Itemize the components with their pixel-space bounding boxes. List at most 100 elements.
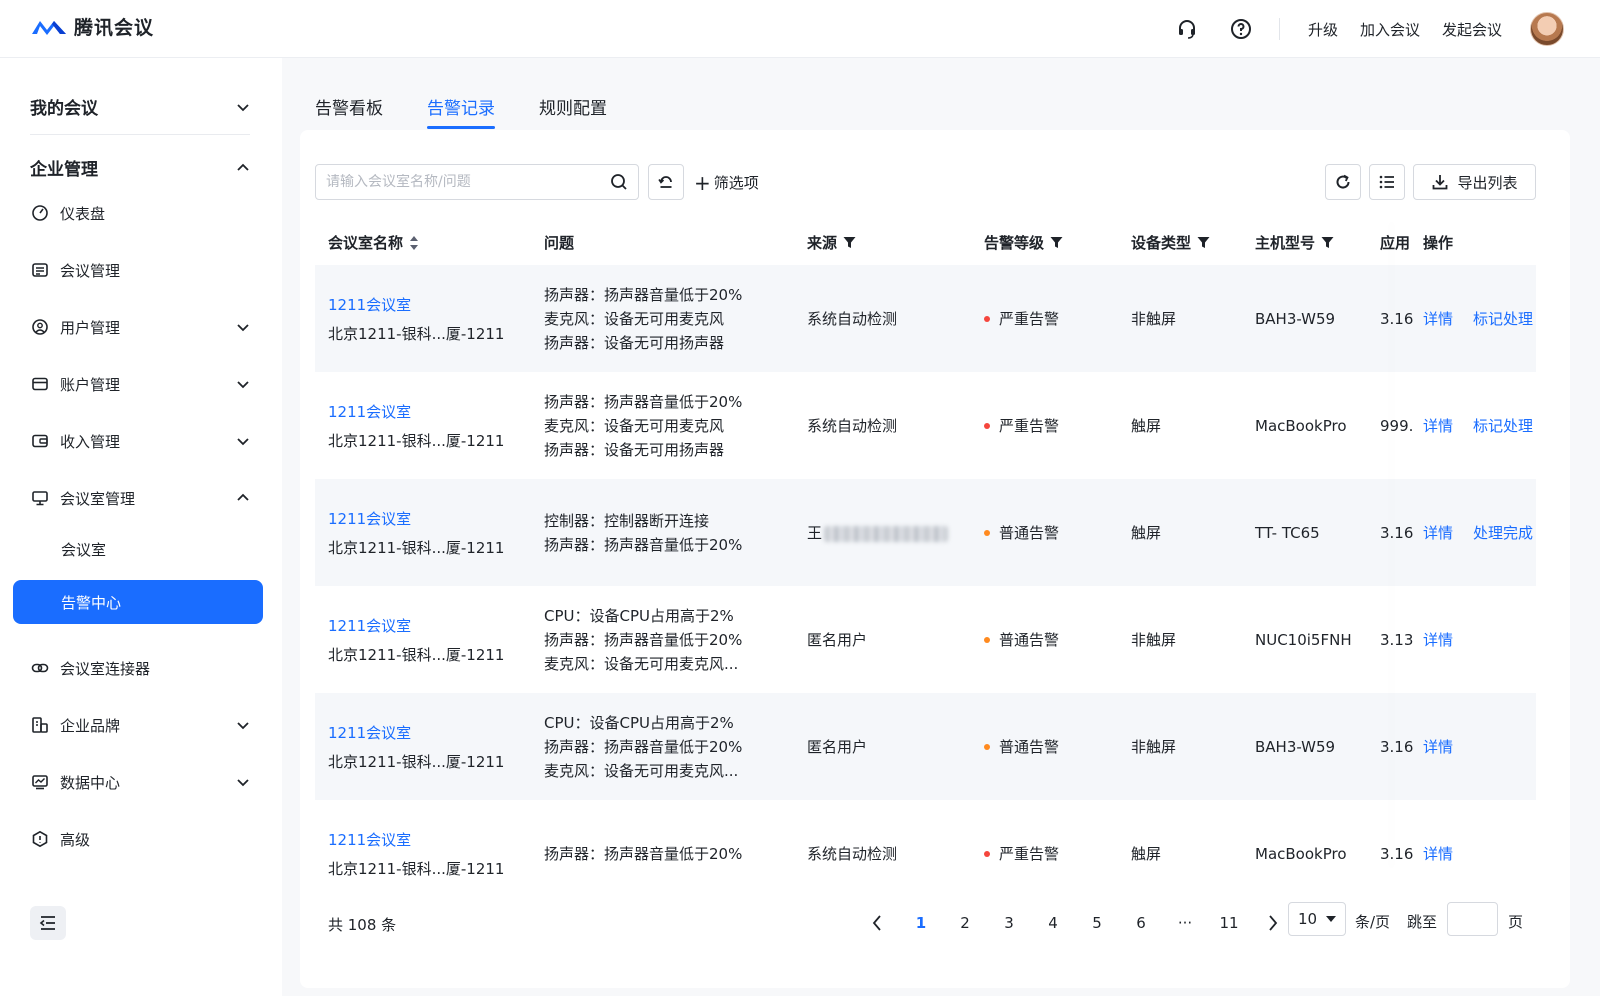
sidebar-item-enterprise-brand[interactable]: 企业品牌	[30, 711, 250, 739]
table-row: 1211会议室 北京1211-银科...厦-1211 扬声器：扬声器音量低于20% 麦…	[315, 372, 1536, 479]
page-number[interactable]: 11	[1207, 914, 1251, 932]
page-ellipsis[interactable]: ···	[1163, 914, 1207, 932]
detail-link[interactable]: 详情	[1423, 736, 1453, 757]
sidebar-subitem-alert-center[interactable]: 告警中心	[13, 580, 263, 624]
page-number[interactable]: 1	[899, 914, 943, 932]
column-header-level[interactable]: 告警等级	[984, 232, 1063, 253]
page-number[interactable]: 4	[1031, 914, 1075, 932]
column-header-model[interactable]: 主机型号	[1255, 232, 1334, 253]
fixed-column-shadow	[1395, 220, 1396, 870]
table-row: 1211会议室 北京1211-银科...厦-1211 扬声器：扬声器音量低于20% 麦…	[315, 265, 1536, 372]
filter-icon[interactable]	[1321, 236, 1334, 249]
wallet-icon	[30, 431, 50, 451]
mark-handle-link[interactable]: 标记处理	[1473, 308, 1533, 329]
help-icon[interactable]	[1229, 17, 1253, 41]
filter-icon[interactable]	[843, 236, 856, 249]
cell-source: 系统自动检测	[807, 372, 977, 479]
room-name-link[interactable]: 1211会议室	[328, 615, 528, 636]
sidebar-item-room-management[interactable]: 会议室管理	[30, 484, 250, 512]
detail-link[interactable]: 详情	[1423, 308, 1453, 329]
sidebar-item-data-center[interactable]: 数据中心	[30, 768, 250, 796]
column-settings-button[interactable]	[1369, 164, 1405, 200]
page-number[interactable]: 3	[987, 914, 1031, 932]
sidebar-group-my-meetings[interactable]: 我的会议	[30, 94, 250, 119]
sidebar-item-advanced[interactable]: 高级	[30, 825, 250, 853]
prev-page-button[interactable]	[855, 915, 899, 931]
issue-line: 麦克风：设备无可用麦克风	[544, 416, 725, 435]
logo-text: 腾讯会议	[74, 17, 155, 39]
sidebar-subitem-rooms[interactable]: 会议室	[61, 539, 106, 560]
tab-alert-records[interactable]: 告警记录	[427, 94, 495, 129]
detail-link[interactable]: 详情	[1423, 843, 1453, 864]
sidebar-item-account-management[interactable]: 账户管理	[30, 370, 250, 398]
page-number[interactable]: 5	[1075, 914, 1119, 932]
cell-source: 王	[807, 479, 977, 586]
cell-actions: 详情	[1423, 586, 1541, 693]
start-meeting-link[interactable]: 发起会议	[1442, 19, 1502, 40]
alert-level-text: 严重告警	[999, 310, 1060, 328]
column-header-label: 会议室名称	[328, 234, 404, 252]
column-header-source[interactable]: 来源	[807, 232, 856, 253]
tencent-meeting-logo-icon	[32, 20, 66, 35]
column-header-room[interactable]: 会议室名称	[328, 232, 419, 253]
status-dot-icon	[984, 529, 990, 536]
headset-icon[interactable]	[1175, 17, 1199, 41]
page-number[interactable]: 6	[1119, 914, 1163, 932]
add-filter-label: 筛选项	[713, 174, 759, 192]
app-version-text: 3.13	[1380, 630, 1414, 649]
tab-alert-dashboard[interactable]: 告警看板	[315, 94, 383, 129]
room-name-link[interactable]: 1211会议室	[328, 722, 528, 743]
sidebar-group-enterprise[interactable]: 企业管理	[30, 155, 250, 180]
mark-handle-link[interactable]: 处理完成	[1473, 522, 1533, 543]
jump-to-page-input[interactable]	[1447, 902, 1498, 936]
sidebar-item-dashboard[interactable]: 仪表盘	[30, 199, 250, 227]
sidebar-item-meeting-management[interactable]: 会议管理	[30, 256, 250, 284]
cell-issues: 扬声器：扬声器音量低于20% 麦克风：设备无可用麦克风 扬声器：设备无可用扬声器	[544, 265, 794, 372]
sidebar-item-user-management[interactable]: 用户管理	[30, 313, 250, 341]
sidebar-item-room-connector[interactable]: 会议室连接器	[30, 654, 250, 682]
detail-link[interactable]: 详情	[1423, 415, 1453, 436]
logo[interactable]: 腾讯会议	[30, 13, 154, 40]
sidebar-item-income-management[interactable]: 收入管理	[30, 427, 250, 455]
sidebar-item-label: 企业品牌	[60, 716, 121, 735]
search-icon[interactable]	[610, 173, 628, 191]
tab-rule-config[interactable]: 规则配置	[539, 94, 607, 129]
room-name-link[interactable]: 1211会议室	[328, 829, 528, 850]
filter-icon[interactable]	[1050, 236, 1063, 249]
cell-device-type: 非触屏	[1131, 586, 1241, 693]
column-header-device[interactable]: 设备类型	[1131, 232, 1210, 253]
room-name-link[interactable]: 1211会议室	[328, 508, 528, 529]
sort-icon[interactable]	[409, 235, 419, 251]
room-name-link[interactable]: 1211会议室	[328, 401, 528, 422]
source-value: 系统自动检测	[807, 308, 977, 329]
page-number[interactable]: 2	[943, 914, 987, 932]
upgrade-link[interactable]: 升级	[1308, 19, 1338, 40]
cell-actions: 详情 标记处理	[1423, 265, 1541, 372]
refresh-button[interactable]	[1325, 164, 1361, 200]
sidebar-item-label: 数据中心	[60, 773, 121, 792]
column-header-label: 问题	[544, 234, 575, 252]
app-version-text: 3.16	[1380, 737, 1414, 756]
avatar[interactable]	[1530, 12, 1564, 46]
detail-link[interactable]: 详情	[1423, 629, 1453, 650]
alert-level: 普通告警	[984, 522, 1124, 543]
sidebar-divider	[30, 134, 250, 135]
detail-link[interactable]: 详情	[1423, 522, 1453, 543]
export-list-button[interactable]: 导出列表	[1413, 164, 1536, 200]
reset-filter-button[interactable]	[648, 164, 684, 200]
model-text: BAH3-W59	[1255, 309, 1336, 328]
issue-line: 扬声器：设备无可用扬声器	[544, 440, 725, 459]
app-version-text: 3.16	[1380, 844, 1414, 863]
sidebar: 我的会议 企业管理 仪表盘 会议管理 用户管理 账户管理 收入管理 会议室管理 …	[0, 58, 282, 996]
sidebar-collapse-button[interactable]	[30, 906, 66, 940]
model-text: TT- TC65	[1255, 523, 1320, 542]
filter-icon[interactable]	[1197, 236, 1210, 249]
room-name-link[interactable]: 1211会议室	[328, 294, 528, 315]
search-input[interactable]	[326, 174, 610, 190]
add-filter-button[interactable]: + 筛选项	[694, 172, 759, 193]
join-meeting-link[interactable]: 加入会议	[1360, 19, 1420, 40]
menu-collapse-icon	[39, 916, 55, 930]
mark-handle-link[interactable]: 标记处理	[1473, 415, 1533, 436]
page-size-select[interactable]: 10	[1288, 902, 1346, 936]
cell-level: 普通告警	[984, 479, 1124, 586]
